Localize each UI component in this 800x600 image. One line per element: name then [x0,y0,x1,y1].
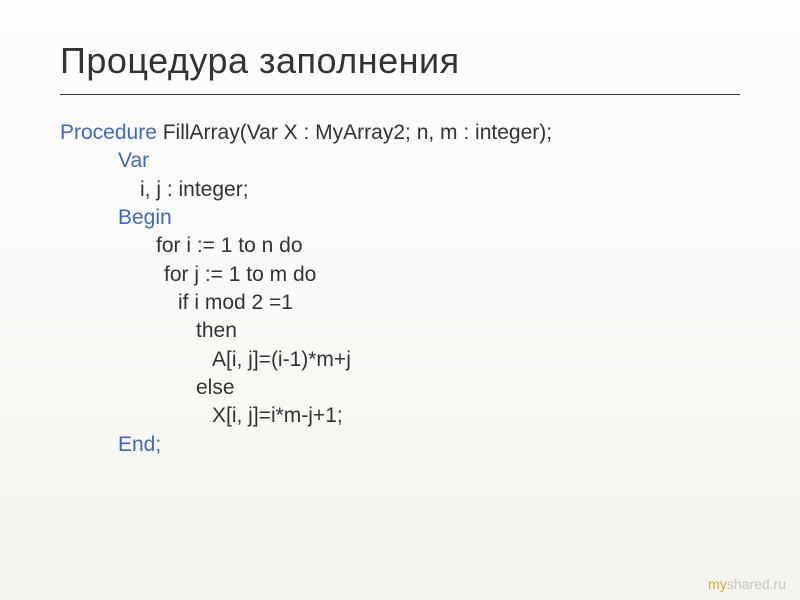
code-line-9: A[i, j]=(i-1)*m+j [60,346,740,374]
slide-title: Процедура заполнения [60,40,740,82]
keyword-begin: Begin [60,204,740,232]
code-block: Procedure FillArray(Var X : MyArray2; n,… [60,119,740,459]
watermark-suffix: shared.ru [727,576,786,592]
title-underline [60,94,740,95]
code-line-7: if i mod 2 =1 [60,289,740,317]
watermark-prefix: my [708,576,727,592]
code-line-11: X[i, j]=i*m-j+1; [60,402,740,430]
keyword-end: End; [60,431,740,459]
keyword-procedure: Procedure [60,121,157,144]
code-line-10: else [60,374,740,402]
code-line-6: for j := 1 to m do [60,261,740,289]
code-line-8: then [60,317,740,345]
keyword-var: Var [60,147,740,175]
watermark: myshared.ru [708,576,786,592]
code-line-5: for i := 1 to n do [60,232,740,260]
code-line-3: i, j : integer; [60,176,740,204]
code-text: FillArray(Var X : MyArray2; n, m : integ… [157,121,552,144]
code-line-1: Procedure FillArray(Var X : MyArray2; n,… [60,119,740,147]
